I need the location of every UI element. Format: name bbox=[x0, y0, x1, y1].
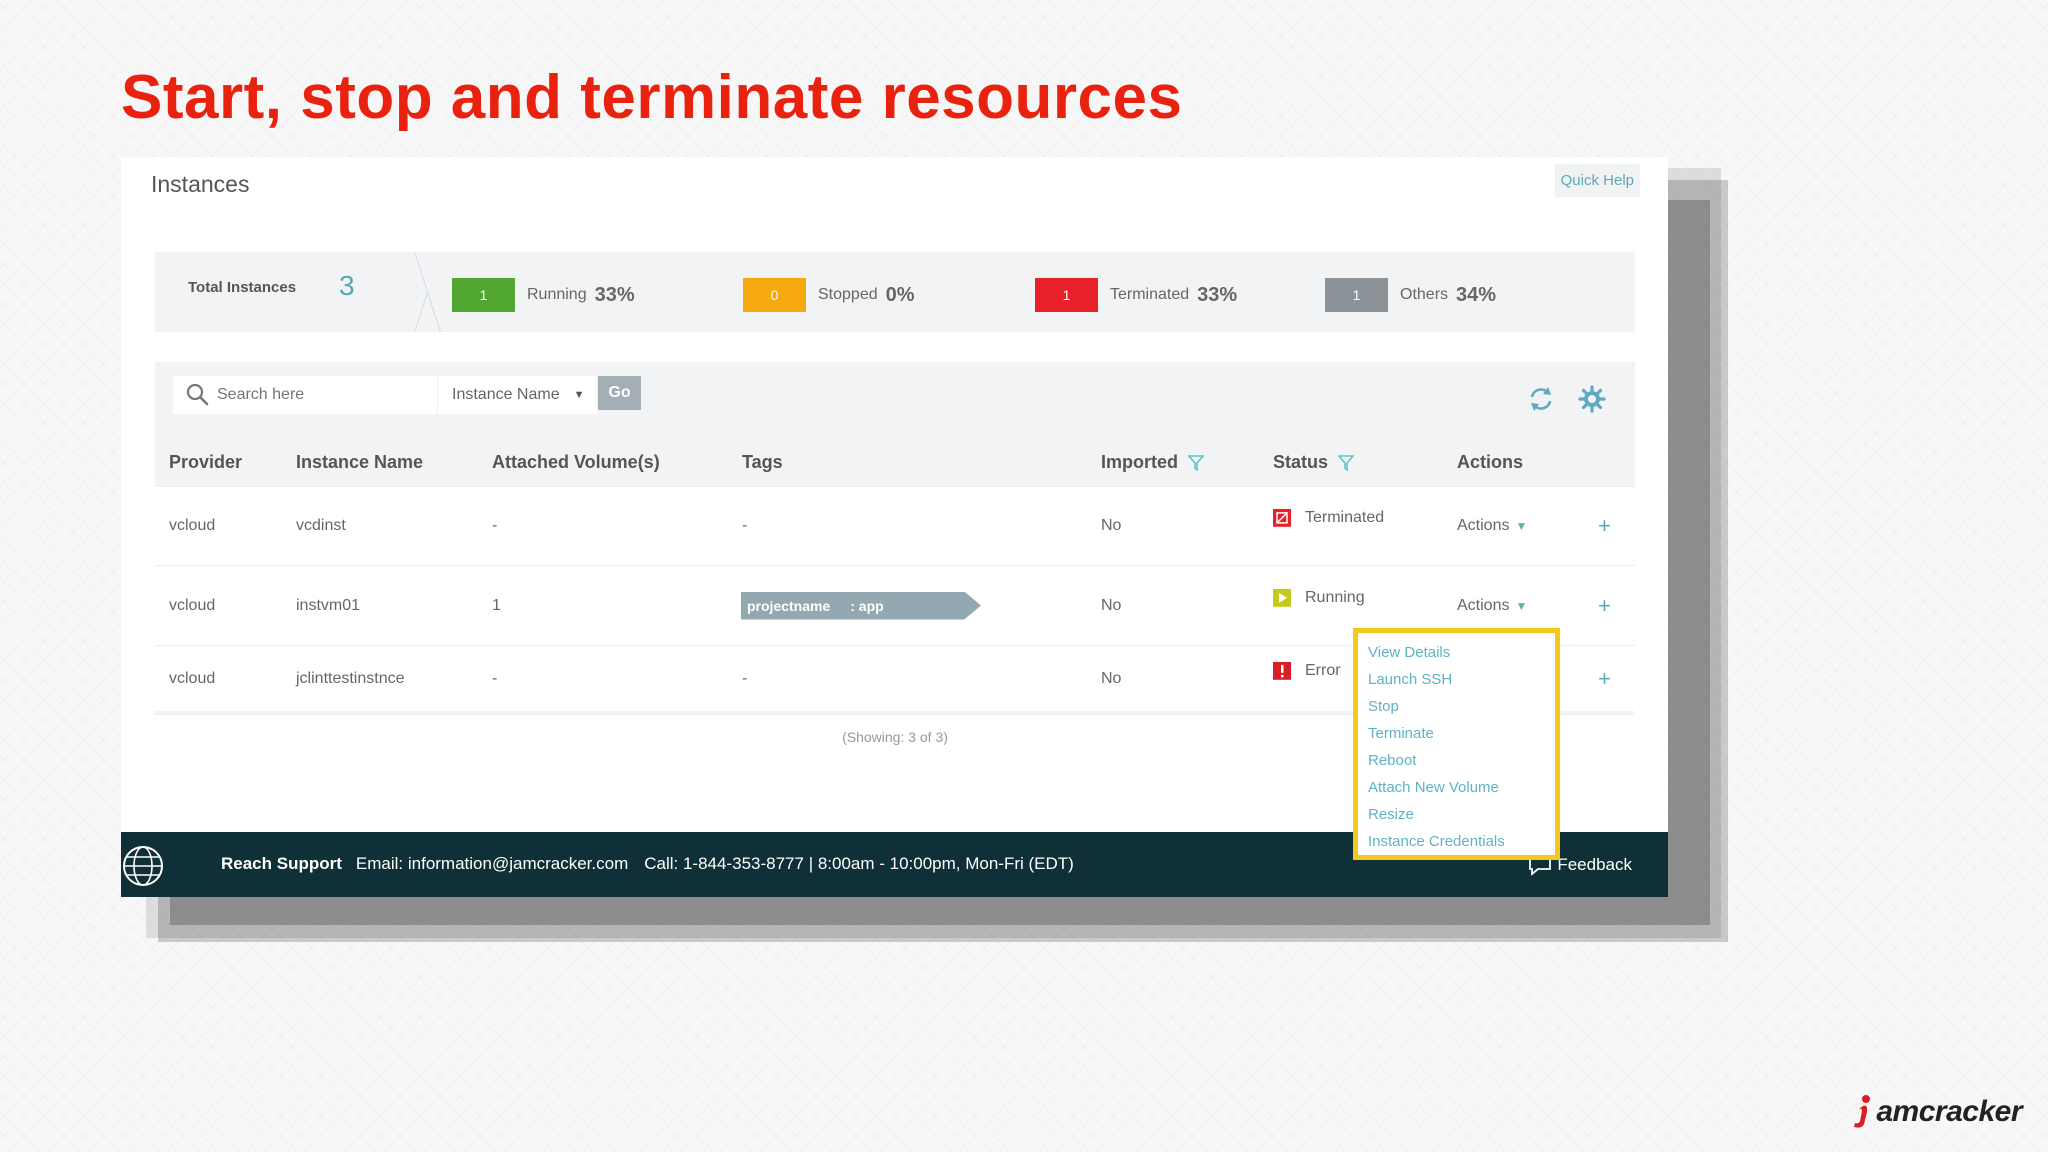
actions-menu: View Details Launch SSH Stop Terminate R… bbox=[1353, 628, 1560, 860]
cell-imported: No bbox=[1101, 517, 1122, 534]
stat-running-percent: 33% bbox=[594, 283, 635, 306]
cell-status: Error bbox=[1273, 661, 1341, 680]
stat-running[interactable]: 1 Running 33% bbox=[452, 278, 635, 312]
cell-provider: vcloud bbox=[169, 596, 216, 614]
reach-support-label: Reach Support bbox=[221, 854, 342, 873]
terminated-status-icon bbox=[1273, 508, 1291, 527]
column-header-status-label: Status bbox=[1273, 452, 1329, 472]
gear-icon[interactable] bbox=[1577, 384, 1607, 414]
support-phone: Call: 1-844-353-8777 | 8:00am - 10:00pm,… bbox=[644, 854, 1074, 873]
search-input[interactable] bbox=[217, 386, 417, 404]
column-header-imported[interactable]: Imported bbox=[1101, 452, 1205, 473]
column-header-attached-volumes[interactable]: Attached Volume(s) bbox=[492, 452, 660, 473]
stat-others-percent: 34% bbox=[1456, 283, 1497, 306]
jamcracker-logo: amcracker bbox=[1848, 1094, 2022, 1130]
menu-item-instance-credentials[interactable]: Instance Credentials bbox=[1368, 828, 1545, 855]
actions-dropdown[interactable]: Actions ▼ bbox=[1457, 517, 1527, 535]
error-status-icon bbox=[1273, 661, 1291, 680]
stat-terminated[interactable]: 1 Terminated 33% bbox=[1035, 278, 1237, 312]
cell-imported: No bbox=[1101, 669, 1122, 687]
support-email[interactable]: Email: information@jamcracker.com bbox=[356, 854, 628, 873]
filter-icon[interactable] bbox=[1188, 454, 1205, 471]
cell-instance-name[interactable]: vcdinst bbox=[296, 517, 346, 535]
search-field-select[interactable]: Instance Name ▼ bbox=[437, 376, 597, 414]
stat-stopped[interactable]: 0 Stopped 0% bbox=[743, 278, 915, 312]
search-field-value: Instance Name bbox=[452, 386, 560, 403]
caret-down-icon: ▼ bbox=[1515, 519, 1528, 533]
menu-item-resize[interactable]: Resize bbox=[1368, 801, 1545, 828]
quick-help-button[interactable]: Quick Help bbox=[1554, 164, 1640, 197]
table-row: vcloud vcdinst - - No Terminated Actions… bbox=[155, 486, 1635, 565]
status-text: Terminated bbox=[1305, 509, 1385, 527]
table-header: Provider Instance Name Attached Volume(s… bbox=[155, 440, 1635, 486]
stat-others[interactable]: 1 Others 34% bbox=[1325, 278, 1496, 312]
running-status-icon bbox=[1273, 588, 1291, 607]
cell-tags: - bbox=[742, 517, 748, 534]
menu-item-launch-ssh[interactable]: Launch SSH bbox=[1368, 666, 1545, 693]
status-text: Running bbox=[1305, 588, 1365, 606]
page-title: Instances bbox=[151, 171, 250, 197]
filter-icon[interactable] bbox=[1338, 454, 1355, 471]
logo-mark-icon bbox=[1854, 1095, 1871, 1128]
cell-volumes: - bbox=[492, 669, 498, 687]
cell-imported: No bbox=[1101, 596, 1122, 614]
menu-item-reboot[interactable]: Reboot bbox=[1368, 747, 1545, 774]
cell-volumes: - bbox=[492, 517, 498, 534]
caret-down-icon: ▼ bbox=[1515, 598, 1528, 613]
support-info: Reach Support Email: information@jamcrack… bbox=[221, 854, 1074, 874]
stat-stopped-percent: 0% bbox=[885, 283, 915, 306]
stat-stopped-count: 0 bbox=[743, 278, 806, 312]
actions-label: Actions bbox=[1457, 517, 1510, 534]
expand-row-icon[interactable]: + bbox=[1598, 666, 1611, 692]
stat-terminated-count: 1 bbox=[1035, 278, 1098, 312]
actions-label: Actions bbox=[1457, 596, 1510, 614]
column-header-tags[interactable]: Tags bbox=[742, 452, 783, 473]
refresh-icon[interactable] bbox=[1526, 384, 1556, 414]
menu-item-terminate[interactable]: Terminate bbox=[1368, 720, 1545, 747]
expand-row-icon[interactable]: + bbox=[1598, 513, 1611, 539]
go-button[interactable]: Go bbox=[598, 376, 641, 410]
column-header-status[interactable]: Status bbox=[1273, 452, 1355, 473]
stat-stopped-label: Stopped bbox=[818, 286, 878, 303]
instance-summary: Total Instances 3 1 Running 33% 0 Stoppe… bbox=[155, 252, 1635, 332]
stat-others-label: Others bbox=[1400, 286, 1449, 303]
stat-terminated-label: Terminated bbox=[1110, 286, 1190, 303]
menu-item-view-details[interactable]: View Details bbox=[1368, 639, 1545, 666]
search-box bbox=[173, 376, 437, 414]
total-instances-label: Total Instances bbox=[188, 279, 297, 296]
cell-status: Terminated bbox=[1273, 508, 1385, 527]
actions-dropdown[interactable]: Actions ▼ bbox=[1457, 597, 1527, 615]
status-text: Error bbox=[1305, 661, 1341, 679]
cell-provider: vcloud bbox=[169, 669, 216, 687]
cell-status: Running bbox=[1273, 588, 1365, 607]
column-header-imported-label: Imported bbox=[1101, 452, 1179, 472]
column-header-actions: Actions bbox=[1457, 452, 1524, 472]
menu-item-attach-volume[interactable]: Attach New Volume bbox=[1368, 774, 1545, 801]
total-instances-count: 3 bbox=[339, 270, 355, 301]
column-header-instance-name[interactable]: Instance Name bbox=[296, 452, 423, 473]
stat-running-count: 1 bbox=[452, 278, 515, 312]
tag-badge: projectname : app bbox=[741, 591, 981, 620]
stat-running-label: Running bbox=[527, 286, 587, 303]
stat-others-count: 1 bbox=[1325, 278, 1388, 312]
cell-instance-name[interactable]: jclinttestinstnce bbox=[296, 670, 405, 688]
menu-item-stop[interactable]: Stop bbox=[1368, 693, 1545, 720]
caret-down-icon: ▼ bbox=[573, 389, 585, 401]
globe-icon bbox=[123, 846, 163, 886]
logo-text: amcracker bbox=[1876, 1095, 2022, 1128]
slide-title: Start, stop and terminate resources bbox=[121, 63, 1183, 132]
column-header-provider[interactable]: Provider bbox=[169, 452, 242, 473]
stat-terminated-percent: 33% bbox=[1197, 283, 1238, 306]
feedback-label: Feedback bbox=[1557, 855, 1632, 874]
tag-key: projectname bbox=[747, 597, 831, 614]
tag-value: : app bbox=[850, 597, 884, 614]
cell-instance-name[interactable]: instvm01 bbox=[296, 597, 360, 615]
search-icon bbox=[186, 383, 209, 406]
cell-volumes: 1 bbox=[492, 596, 501, 614]
expand-row-icon[interactable]: + bbox=[1598, 593, 1611, 619]
cell-tags: - bbox=[742, 669, 748, 687]
cell-provider: vcloud bbox=[169, 517, 216, 534]
